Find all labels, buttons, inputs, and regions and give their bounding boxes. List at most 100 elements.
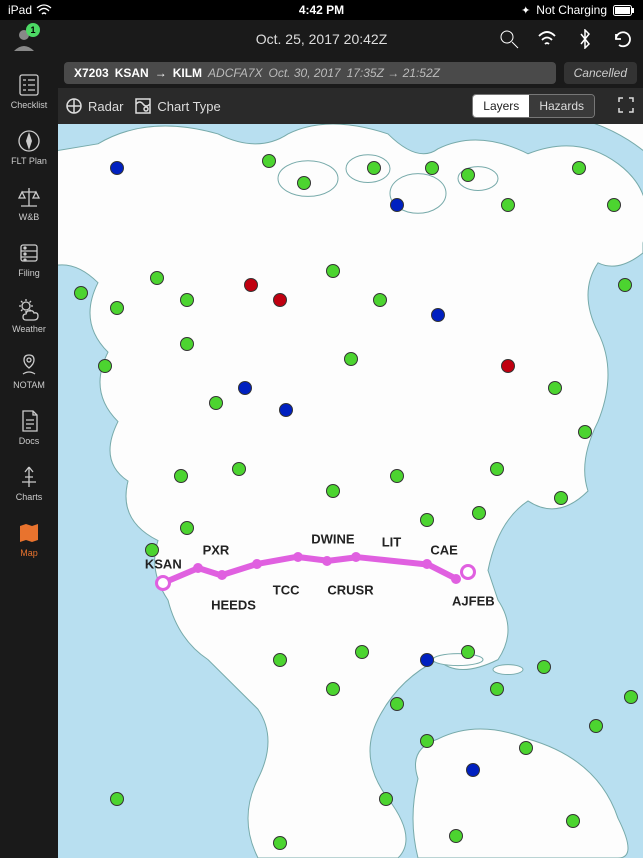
sidebar-item-label: Weather — [12, 324, 46, 334]
route-waypoint[interactable] — [451, 574, 461, 584]
sidebar-item-wb[interactable]: W&B — [0, 176, 58, 232]
flight-status[interactable]: Cancelled — [564, 62, 637, 84]
charging-label: Not Charging — [536, 3, 607, 17]
weather-station[interactable] — [501, 198, 515, 212]
weather-station[interactable] — [572, 161, 586, 175]
weather-station[interactable] — [180, 293, 194, 307]
weather-station[interactable] — [297, 176, 311, 190]
weather-station[interactable] — [232, 462, 246, 476]
bluetooth-icon[interactable] — [575, 29, 595, 49]
weather-station[interactable] — [420, 734, 434, 748]
weather-station[interactable] — [150, 271, 164, 285]
flight-aircraft: ADCFA7X — [208, 66, 262, 80]
bluetooth-icon: ✦ — [521, 4, 530, 17]
weather-station[interactable] — [607, 198, 621, 212]
weather-station[interactable] — [180, 337, 194, 351]
battery-icon — [613, 5, 635, 16]
weather-station[interactable] — [390, 697, 404, 711]
weather-station[interactable] — [367, 161, 381, 175]
sidebar-item-weather[interactable]: Weather — [0, 288, 58, 344]
weather-station[interactable] — [449, 829, 463, 843]
weather-station[interactable] — [244, 278, 258, 292]
weather-station[interactable] — [355, 645, 369, 659]
radar-button[interactable]: Radar — [66, 98, 123, 114]
sidebar-item-charts[interactable]: Charts — [0, 456, 58, 512]
weather-station[interactable] — [624, 690, 638, 704]
weather-station[interactable] — [373, 293, 387, 307]
sidebar-item-label: Filing — [18, 268, 40, 278]
device-label: iPad — [8, 3, 32, 17]
refresh-icon[interactable] — [613, 29, 633, 49]
weather-station[interactable] — [618, 278, 632, 292]
weather-station[interactable] — [490, 462, 504, 476]
sidebar-item-map[interactable]: Map — [0, 512, 58, 568]
fullscreen-button[interactable] — [617, 96, 635, 117]
waypoint-label: PXR — [203, 542, 230, 557]
weather-station[interactable] — [461, 168, 475, 182]
weather-station[interactable] — [554, 491, 568, 505]
weather-station[interactable] — [472, 506, 486, 520]
weather-station[interactable] — [431, 308, 445, 322]
weather-station[interactable] — [566, 814, 580, 828]
profile-button[interactable]: 1 — [10, 25, 38, 53]
sidebar-item-filing[interactable]: Filing — [0, 232, 58, 288]
flight-chip[interactable]: X7203 KSAN→KILM ADCFA7X Oct. 30, 2017 17… — [64, 62, 556, 84]
weather-station[interactable] — [537, 660, 551, 674]
weather-station[interactable] — [209, 396, 223, 410]
hazards-tab[interactable]: Hazards — [529, 95, 594, 117]
sidebar-item-notam[interactable]: NOTAM — [0, 344, 58, 400]
weather-station[interactable] — [425, 161, 439, 175]
map-canvas[interactable]: KSANPXRHEEDSTCCDWINECRUSRLITCAEAJFEB — [58, 124, 643, 858]
weather-station[interactable] — [273, 836, 287, 850]
weather-station[interactable] — [279, 403, 293, 417]
weather-station[interactable] — [110, 792, 124, 806]
weather-station[interactable] — [238, 381, 252, 395]
weather-station[interactable] — [390, 469, 404, 483]
weather-station[interactable] — [548, 381, 562, 395]
app-header: 1 Oct. 25, 2017 20:42Z — [0, 20, 643, 58]
sidebar-item-fltplan[interactable]: FLT Plan — [0, 120, 58, 176]
weather-station[interactable] — [326, 484, 340, 498]
route-endpoint[interactable] — [155, 575, 171, 591]
search-icon[interactable] — [499, 29, 519, 49]
weather-station[interactable] — [589, 719, 603, 733]
route-waypoint[interactable] — [252, 559, 262, 569]
weather-station[interactable] — [98, 359, 112, 373]
route-endpoint[interactable] — [460, 564, 476, 580]
weather-station[interactable] — [390, 198, 404, 212]
route-waypoint[interactable] — [322, 556, 332, 566]
weather-station[interactable] — [273, 293, 287, 307]
route-waypoint[interactable] — [217, 570, 227, 580]
sidebar-item-checklist[interactable]: Checklist — [0, 64, 58, 120]
route-waypoint[interactable] — [422, 559, 432, 569]
weather-station[interactable] — [379, 792, 393, 806]
weather-station[interactable] — [174, 469, 188, 483]
waypoint-label: KSAN — [145, 557, 182, 572]
weather-station[interactable] — [420, 653, 434, 667]
weather-station[interactable] — [180, 521, 194, 535]
weather-station[interactable] — [461, 645, 475, 659]
weather-station[interactable] — [326, 264, 340, 278]
weather-station[interactable] — [490, 682, 504, 696]
weather-station[interactable] — [519, 741, 533, 755]
flight-bar: X7203 KSAN→KILM ADCFA7X Oct. 30, 2017 17… — [58, 58, 643, 88]
weather-station[interactable] — [110, 161, 124, 175]
weather-station[interactable] — [273, 653, 287, 667]
chart-type-button[interactable]: Chart Type — [135, 98, 220, 114]
weather-station[interactable] — [262, 154, 276, 168]
weather-station[interactable] — [145, 543, 159, 557]
route-waypoint[interactable] — [351, 552, 361, 562]
route-waypoint[interactable] — [193, 563, 203, 573]
weather-station[interactable] — [326, 682, 340, 696]
route-waypoint[interactable] — [293, 552, 303, 562]
weather-station[interactable] — [420, 513, 434, 527]
sidebar-item-docs[interactable]: Docs — [0, 400, 58, 456]
weather-station[interactable] — [501, 359, 515, 373]
weather-station[interactable] — [466, 763, 480, 777]
weather-station[interactable] — [110, 301, 124, 315]
wifi-icon[interactable] — [537, 29, 557, 49]
layers-tab[interactable]: Layers — [473, 95, 529, 117]
weather-station[interactable] — [578, 425, 592, 439]
weather-station[interactable] — [344, 352, 358, 366]
weather-station[interactable] — [74, 286, 88, 300]
